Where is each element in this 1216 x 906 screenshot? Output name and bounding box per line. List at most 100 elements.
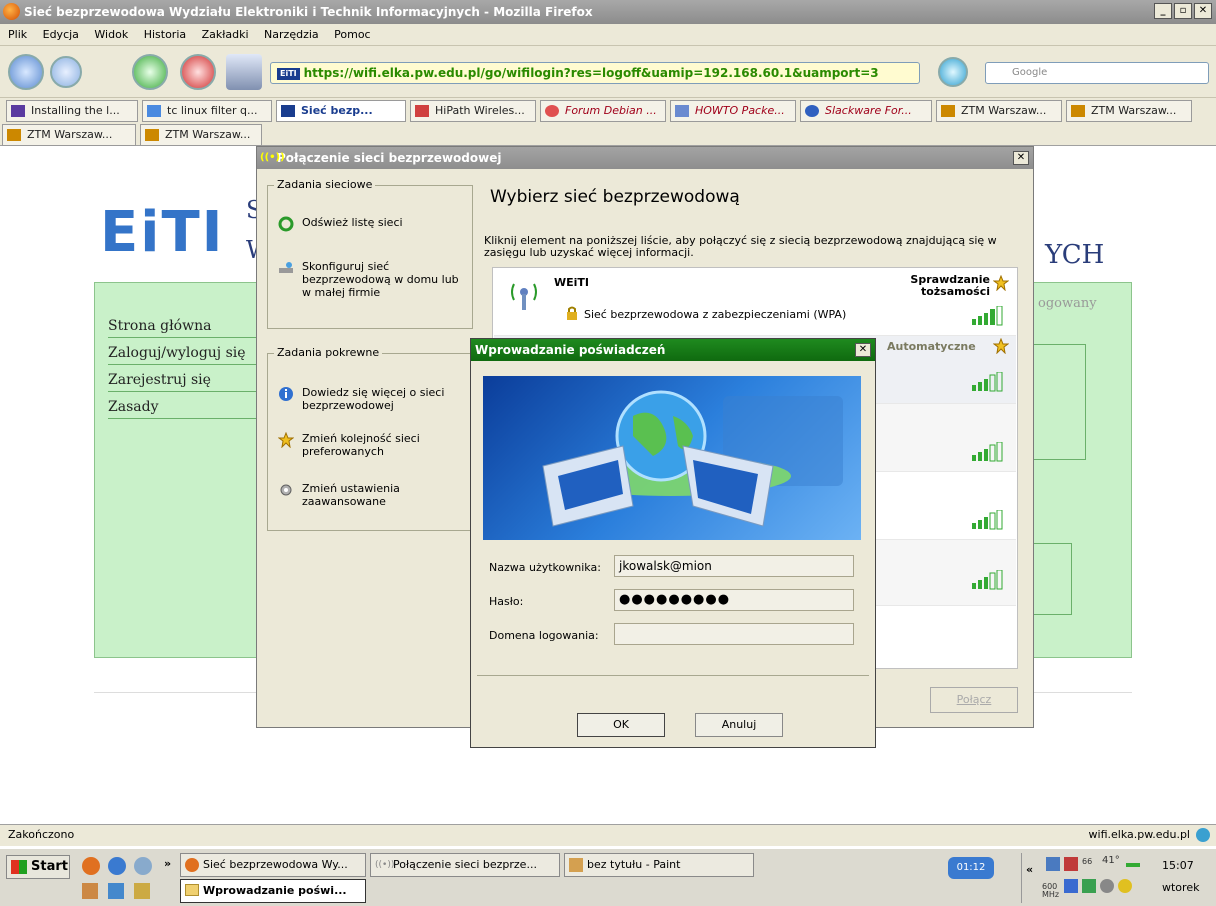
battery-icon: [1126, 863, 1140, 867]
tab-label: HOWTO Packe...: [695, 104, 785, 117]
wireless-antenna-icon: [511, 283, 537, 310]
forward-icon[interactable]: [50, 56, 82, 88]
network-tray-icon[interactable]: [1046, 857, 1060, 871]
tab-icon: [147, 105, 161, 117]
settings-icon: [280, 484, 292, 496]
quicklaunch-icon[interactable]: [82, 883, 98, 899]
menu-widok[interactable]: Widok: [88, 24, 134, 41]
menu-bar: Plik Edycja Widok Historia Zakładki Narz…: [0, 24, 1216, 46]
preferred-star-icon: [993, 338, 1009, 354]
tab-icon: [805, 105, 819, 117]
username-field[interactable]: jkowalsk@mion: [614, 555, 854, 577]
menu-zakladki[interactable]: Zakładki: [196, 24, 255, 41]
refresh-icon: [278, 216, 294, 232]
windows-logo-icon: [11, 860, 27, 874]
menu-pomoc[interactable]: Pomoc: [328, 24, 376, 41]
dialog-description: Kliknij element na poniższej liście, aby…: [484, 234, 997, 259]
dialog-title: Wprowadzanie poświadczeń: [475, 343, 666, 357]
nav-zasady[interactable]: Zasady: [108, 397, 268, 419]
change-advanced-settings[interactable]: Zmień ustawienia zaawansowane: [276, 482, 466, 508]
tray-icon[interactable]: [1100, 879, 1114, 893]
close-icon[interactable]: ✕: [855, 343, 871, 357]
navigation-toolbar: EiTI https://wifi.elka.pw.edu.pl/go/wifil…: [0, 46, 1216, 98]
system-tray: « 600 MHz 66 41° 15:07 wtorek: [1021, 853, 1213, 903]
tab-6[interactable]: HOWTO Packe...: [670, 100, 796, 122]
change-network-order[interactable]: Zmień kolejność sieci preferowanych: [276, 432, 466, 458]
tab-8[interactable]: ZTM Warszaw...: [936, 100, 1062, 122]
task-label: Odśwież listę sieci: [302, 216, 403, 229]
menu-narzedzia[interactable]: Narzędzia: [258, 24, 325, 41]
search-placeholder: Google: [1012, 67, 1048, 78]
network-security: Sieć bezprzewodowa z zabezpieczeniami (W…: [584, 308, 847, 321]
tray-icon[interactable]: [1082, 879, 1096, 893]
menu-edycja[interactable]: Edycja: [37, 24, 85, 41]
go-icon[interactable]: [938, 57, 968, 87]
menu-plik[interactable]: Plik: [0, 24, 33, 41]
connect-button[interactable]: Połącz: [930, 687, 1018, 713]
tab-3-active[interactable]: Sieć bezp...: [276, 100, 406, 122]
learn-more[interactable]: Dowiedz się więcej o sieci bezprzewodowe…: [276, 386, 466, 412]
menu-historia[interactable]: Historia: [138, 24, 192, 41]
home-icon[interactable]: [226, 54, 262, 90]
tab-10[interactable]: ZTM Warszaw...: [2, 124, 136, 146]
tab-7[interactable]: Slackware For...: [800, 100, 932, 122]
tab-4[interactable]: HiPath Wireles...: [410, 100, 536, 122]
tab-9[interactable]: ZTM Warszaw...: [1066, 100, 1192, 122]
cancel-button[interactable]: Anuluj: [695, 713, 783, 737]
clock-time[interactable]: 15:07: [1162, 859, 1194, 872]
tab-label: HiPath Wireles...: [435, 104, 525, 117]
tab-11[interactable]: ZTM Warszaw...: [140, 124, 262, 146]
domain-field[interactable]: [614, 623, 854, 645]
tab-icon: [11, 105, 25, 117]
tab-2[interactable]: tc linux filter q...: [142, 100, 272, 122]
login-status: ogowany: [1038, 296, 1097, 311]
tab-label: Sieć bezp...: [301, 104, 373, 117]
tray-expand-icon[interactable]: «: [1026, 863, 1033, 876]
taskbar-paint[interactable]: bez tytułu - Paint: [564, 853, 754, 877]
stop-icon[interactable]: [180, 54, 216, 90]
network-row-weiti[interactable]: WEiTI Sprawdzanie tożsamości Sieć bezprz…: [494, 268, 1016, 336]
nav-zaloguj[interactable]: Zaloguj/wyloguj się: [108, 343, 268, 365]
tab-5[interactable]: Forum Debian ...: [540, 100, 666, 122]
tab-1[interactable]: Installing the l...: [6, 100, 138, 122]
start-button[interactable]: Start: [6, 855, 70, 879]
domain-label: Domena logowania:: [489, 629, 599, 642]
nav-strona-glowna[interactable]: Strona główna: [108, 316, 268, 338]
search-input[interactable]: Google: [985, 62, 1209, 84]
url-bar[interactable]: EiTI https://wifi.elka.pw.edu.pl/go/wifil…: [270, 62, 920, 84]
tab-label: Forum Debian ...: [565, 104, 657, 117]
tab-icon: [1071, 105, 1085, 117]
network-globe-illustration: [483, 376, 861, 540]
tray-icon[interactable]: [1064, 879, 1078, 893]
taskbar-credentials[interactable]: Wprowadzanie poświ...: [180, 879, 366, 903]
messenger-quicklaunch-icon[interactable]: [134, 857, 152, 875]
firefox-quicklaunch-icon[interactable]: [82, 857, 100, 875]
refresh-network-list[interactable]: Odśwież listę sieci: [276, 216, 466, 232]
reload-icon[interactable]: [132, 54, 168, 90]
tab-label: ZTM Warszaw...: [27, 128, 113, 141]
back-icon[interactable]: [8, 54, 44, 90]
close-icon[interactable]: ✕: [1013, 151, 1029, 165]
timer-badge[interactable]: 01:12: [948, 857, 994, 879]
maximize-button[interactable]: ▫: [1174, 3, 1192, 19]
configure-network[interactable]: Skonfiguruj sieć bezprzewodową w domu lu…: [276, 260, 466, 299]
minimize-button[interactable]: _: [1154, 3, 1172, 19]
tab-label: ZTM Warszaw...: [165, 128, 251, 141]
taskbar-firefox[interactable]: Sieć bezprzewodowa Wy...: [180, 853, 366, 877]
password-field[interactable]: ●●●●●●●●●: [614, 589, 854, 611]
firefox-icon: [3, 3, 20, 20]
network-error-icon[interactable]: [1064, 857, 1078, 871]
taskbar-wireless[interactable]: ((•)) Połączenie sieci bezprze...: [370, 853, 560, 877]
quicklaunch-icon[interactable]: [134, 883, 150, 899]
cpu-load: 66: [1082, 857, 1093, 866]
ok-button[interactable]: OK: [577, 713, 665, 737]
more-quicklaunch-icon[interactable]: »: [164, 857, 171, 870]
close-button[interactable]: ✕: [1194, 3, 1212, 19]
taskbar: Start » Sieć bezprzewodowa Wy... ((•)) Po…: [0, 848, 1216, 906]
panel-header: Zadania pokrewne: [274, 346, 383, 359]
quicklaunch-icon[interactable]: [108, 883, 124, 899]
tab-icon: [675, 105, 689, 117]
ie-quicklaunch-icon[interactable]: [108, 857, 126, 875]
nav-zarejestruj[interactable]: Zarejestruj się: [108, 370, 268, 392]
shield-icon[interactable]: [1118, 879, 1132, 893]
